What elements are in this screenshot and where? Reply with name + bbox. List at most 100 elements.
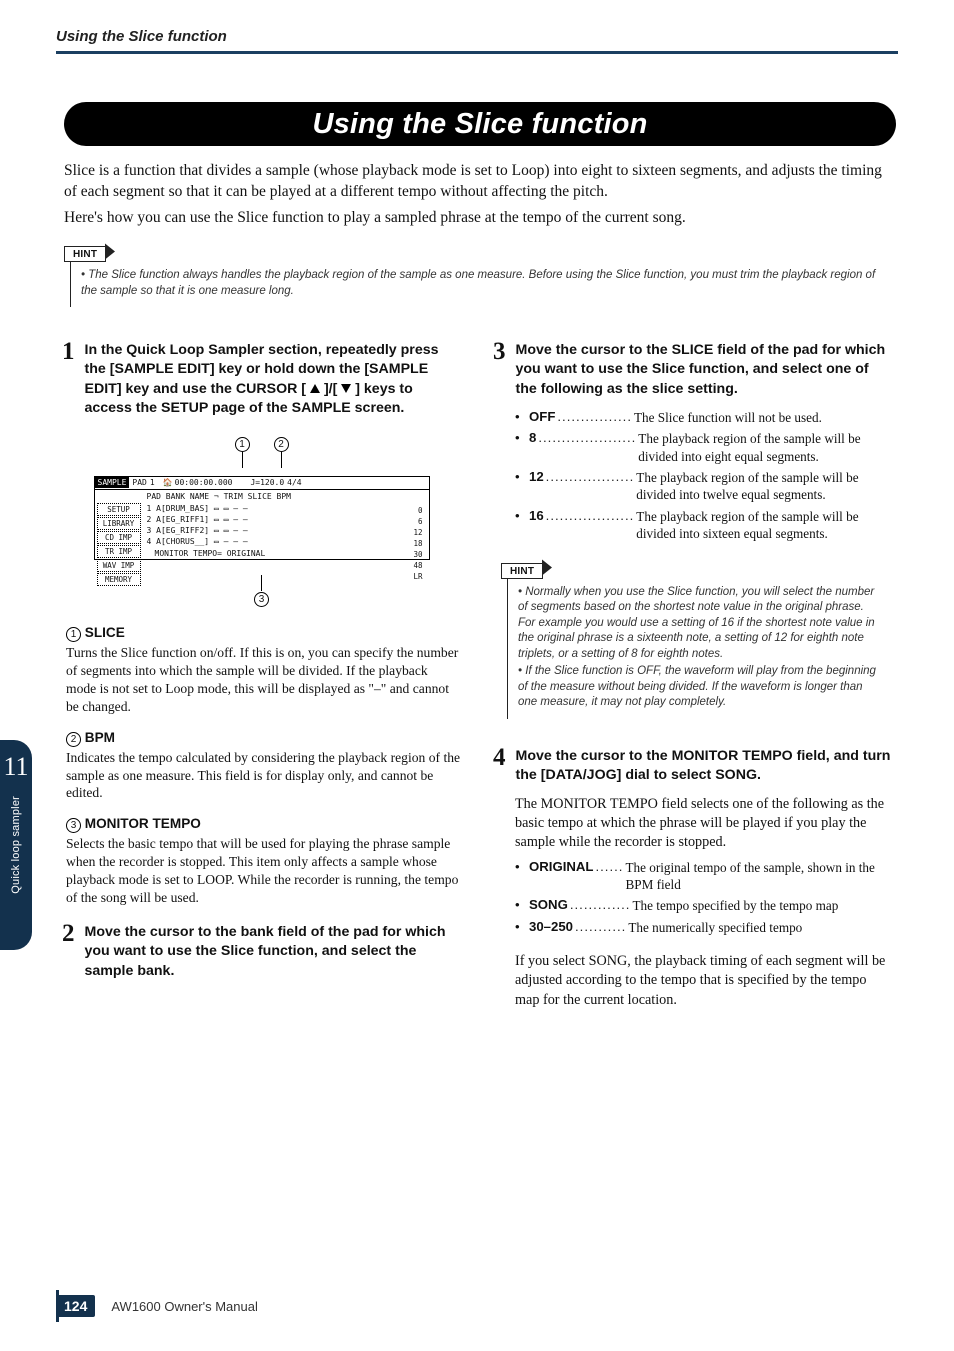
intro-paragraph-1: Slice is a function that divides a sampl… bbox=[64, 160, 892, 203]
step-4: 4 Move the cursor to the MONITOR TEMPO f… bbox=[493, 747, 892, 785]
opt-12-key: 12 bbox=[529, 469, 544, 504]
opt-8-key: 8 bbox=[529, 430, 536, 465]
step-4-options: •ORIGINAL......The original tempo of the… bbox=[515, 859, 892, 937]
feature-slice-label: SLICE bbox=[85, 625, 125, 640]
hint-text-2a: Normally when you use the Slice function… bbox=[518, 585, 882, 663]
lcd-pad-num: 1 bbox=[150, 478, 155, 487]
left-column: 1 In the Quick Loop Sampler section, rep… bbox=[62, 341, 461, 1010]
feature-slice: 1 SLICE Turns the Slice function on/off.… bbox=[66, 625, 461, 716]
step-2: 2 Move the cursor to the bank field of t… bbox=[62, 923, 461, 981]
opt-song-body: The tempo specified by the tempo map bbox=[632, 897, 892, 914]
lcd-pad-label: PAD bbox=[129, 478, 149, 487]
step-1-heading: In the Quick Loop Sampler section, repea… bbox=[85, 341, 462, 418]
hint-text-2b: If the Slice function is OFF, the wavefo… bbox=[518, 664, 882, 711]
lcd-menu-library: LIBRARY bbox=[97, 517, 141, 530]
leader-line-2 bbox=[281, 452, 282, 468]
lcd-menu-trimp: TR IMP bbox=[97, 545, 141, 558]
step-4-intro: The MONITOR TEMPO field selects one of t… bbox=[515, 795, 892, 853]
step-3: 3 Move the cursor to the SLICE field of … bbox=[493, 341, 892, 399]
leader-line-3 bbox=[261, 575, 262, 591]
feature-monitor-tempo-label: MONITOR TEMPO bbox=[85, 816, 201, 831]
side-tab-number: 11 bbox=[3, 752, 28, 782]
opt-original-dots: ...... bbox=[593, 859, 625, 894]
hint-block-mid: HINT Normally when you use the Slice fun… bbox=[501, 561, 892, 719]
step-3-number: 3 bbox=[493, 339, 506, 397]
step-1-number: 1 bbox=[62, 339, 75, 416]
opt-off-dots: ................ bbox=[555, 409, 634, 426]
opt-off-key: OFF bbox=[529, 409, 555, 426]
lcd-title: SAMPLE bbox=[95, 477, 130, 488]
lcd-monitor-tempo: MONITOR TEMPO= ORIGINAL bbox=[155, 549, 266, 558]
step-3-options: •OFF................The Slice function w… bbox=[515, 409, 892, 543]
step-1: 1 In the Quick Loop Sampler section, rep… bbox=[62, 341, 461, 418]
hint-arrow-icon bbox=[105, 243, 115, 259]
footer-text: AW1600 Owner's Manual bbox=[111, 1299, 258, 1314]
feature-monitor-tempo: 3 MONITOR TEMPO Selects the basic tempo … bbox=[66, 816, 461, 907]
opt-12-dots: ................... bbox=[544, 469, 637, 504]
lcd-row-1: 1 A[DRUM_BAS] ▭ ▭ – – bbox=[147, 503, 427, 514]
step-2-heading: Move the cursor to the bank field of the… bbox=[85, 923, 462, 981]
opt-off-body: The Slice function will not be used. bbox=[634, 409, 892, 426]
opt-song-dots: ............. bbox=[568, 897, 633, 914]
step-4-number: 4 bbox=[493, 745, 506, 783]
cursor-down-icon bbox=[341, 384, 351, 393]
opt-8-dots: ..................... bbox=[536, 430, 638, 465]
callout-1b: 1 bbox=[66, 627, 81, 642]
feature-bpm: 2 BPM Indicates the tempo calculated by … bbox=[66, 730, 461, 803]
header-rule bbox=[56, 51, 898, 54]
page-footer: 124 AW1600 Owner's Manual bbox=[56, 1295, 258, 1317]
callout-3b: 3 bbox=[66, 818, 81, 833]
lcd-col-head: PAD BANK NAME ¬ TRIM SLICE BPM bbox=[147, 491, 427, 502]
lcd-meter: 0 6 12 18 30 48 LR bbox=[413, 505, 422, 582]
leader-line-1 bbox=[242, 452, 243, 468]
lcd-row-3: 3 A[EG_RIFF2] ▭ ▭ – – bbox=[147, 525, 427, 536]
step-4-outro: If you select SONG, the playback timing … bbox=[515, 952, 892, 1010]
opt-16-body: The playback region of the sample will b… bbox=[636, 508, 892, 543]
callout-2b: 2 bbox=[66, 732, 81, 747]
step-2-number: 2 bbox=[62, 921, 75, 979]
right-column: 3 Move the cursor to the SLICE field of … bbox=[493, 341, 892, 1010]
lcd-menu-wavimp: WAV IMP bbox=[97, 559, 141, 572]
step-4-heading: Move the cursor to the MONITOR TEMPO fie… bbox=[516, 747, 893, 785]
opt-16-dots: ................... bbox=[544, 508, 637, 543]
lcd-menu: SETUP LIBRARY CD IMP TR IMP WAV IMP MEMO… bbox=[97, 503, 141, 587]
hint-arrow-icon-2 bbox=[542, 560, 552, 576]
intro-paragraph-2: Here's how you can use the Slice functio… bbox=[64, 207, 892, 228]
callout-3: 3 bbox=[254, 592, 269, 607]
feature-bpm-body: Indicates the tempo calculated by consid… bbox=[66, 749, 461, 803]
lcd-tempo: J=120.0 bbox=[250, 478, 284, 487]
lcd-row-2: 2 A[EG_RIFF1] ▭ ▭ – – bbox=[147, 514, 427, 525]
cursor-up-icon bbox=[310, 384, 320, 393]
opt-8-body: The playback region of the sample will b… bbox=[638, 430, 892, 465]
lcd-counter: 00:00:00.000 bbox=[175, 478, 233, 487]
opt-range-body: The numerically specified tempo bbox=[628, 919, 892, 936]
title-banner: Using the Slice function bbox=[64, 102, 896, 146]
hint-label: HINT bbox=[64, 246, 106, 262]
callout-2: 2 bbox=[274, 437, 289, 452]
lcd-screenshot: SAMPLE PAD 1 🏠 00:00:00.000 J=120.0 4/4 … bbox=[94, 476, 430, 560]
opt-16-key: 16 bbox=[529, 508, 544, 543]
lcd-menu-setup: SETUP bbox=[97, 503, 141, 516]
opt-range-key: 30–250 bbox=[529, 919, 573, 936]
side-tab: 11 Quick loop sampler bbox=[0, 740, 32, 950]
opt-range-dots: ........... bbox=[573, 919, 628, 936]
chapter-header: Using the Slice function bbox=[56, 28, 898, 49]
page-number: 124 bbox=[56, 1295, 95, 1317]
lcd-menu-memory: MEMORY bbox=[97, 573, 141, 586]
opt-original-body: The original tempo of the sample, shown … bbox=[625, 859, 892, 894]
opt-12-body: The playback region of the sample will b… bbox=[636, 469, 892, 504]
feature-bpm-label: BPM bbox=[85, 730, 115, 745]
feature-slice-body: Turns the Slice function on/off. If this… bbox=[66, 644, 461, 716]
hint-label-2: HINT bbox=[501, 563, 543, 579]
hint-text-1: The Slice function always handles the pl… bbox=[81, 268, 888, 299]
lcd-row-4: 4 A[CHORUS__] ▭ – – – bbox=[147, 536, 427, 547]
lcd-timesig: 4/4 bbox=[287, 478, 301, 487]
screenshot-figure: 1 2 SAMPLE PAD 1 🏠 00:00:00.000 J=120.0 … bbox=[62, 436, 461, 607]
opt-song-key: SONG bbox=[529, 897, 568, 914]
opt-original-key: ORIGINAL bbox=[529, 859, 593, 894]
side-tab-text: Quick loop sampler bbox=[10, 796, 22, 894]
lcd-menu-cdimp: CD IMP bbox=[97, 531, 141, 544]
feature-monitor-tempo-body: Selects the basic tempo that will be use… bbox=[66, 835, 461, 907]
step-3-heading: Move the cursor to the SLICE field of th… bbox=[516, 341, 893, 399]
step-1-text-b: ]/[ bbox=[324, 381, 337, 397]
